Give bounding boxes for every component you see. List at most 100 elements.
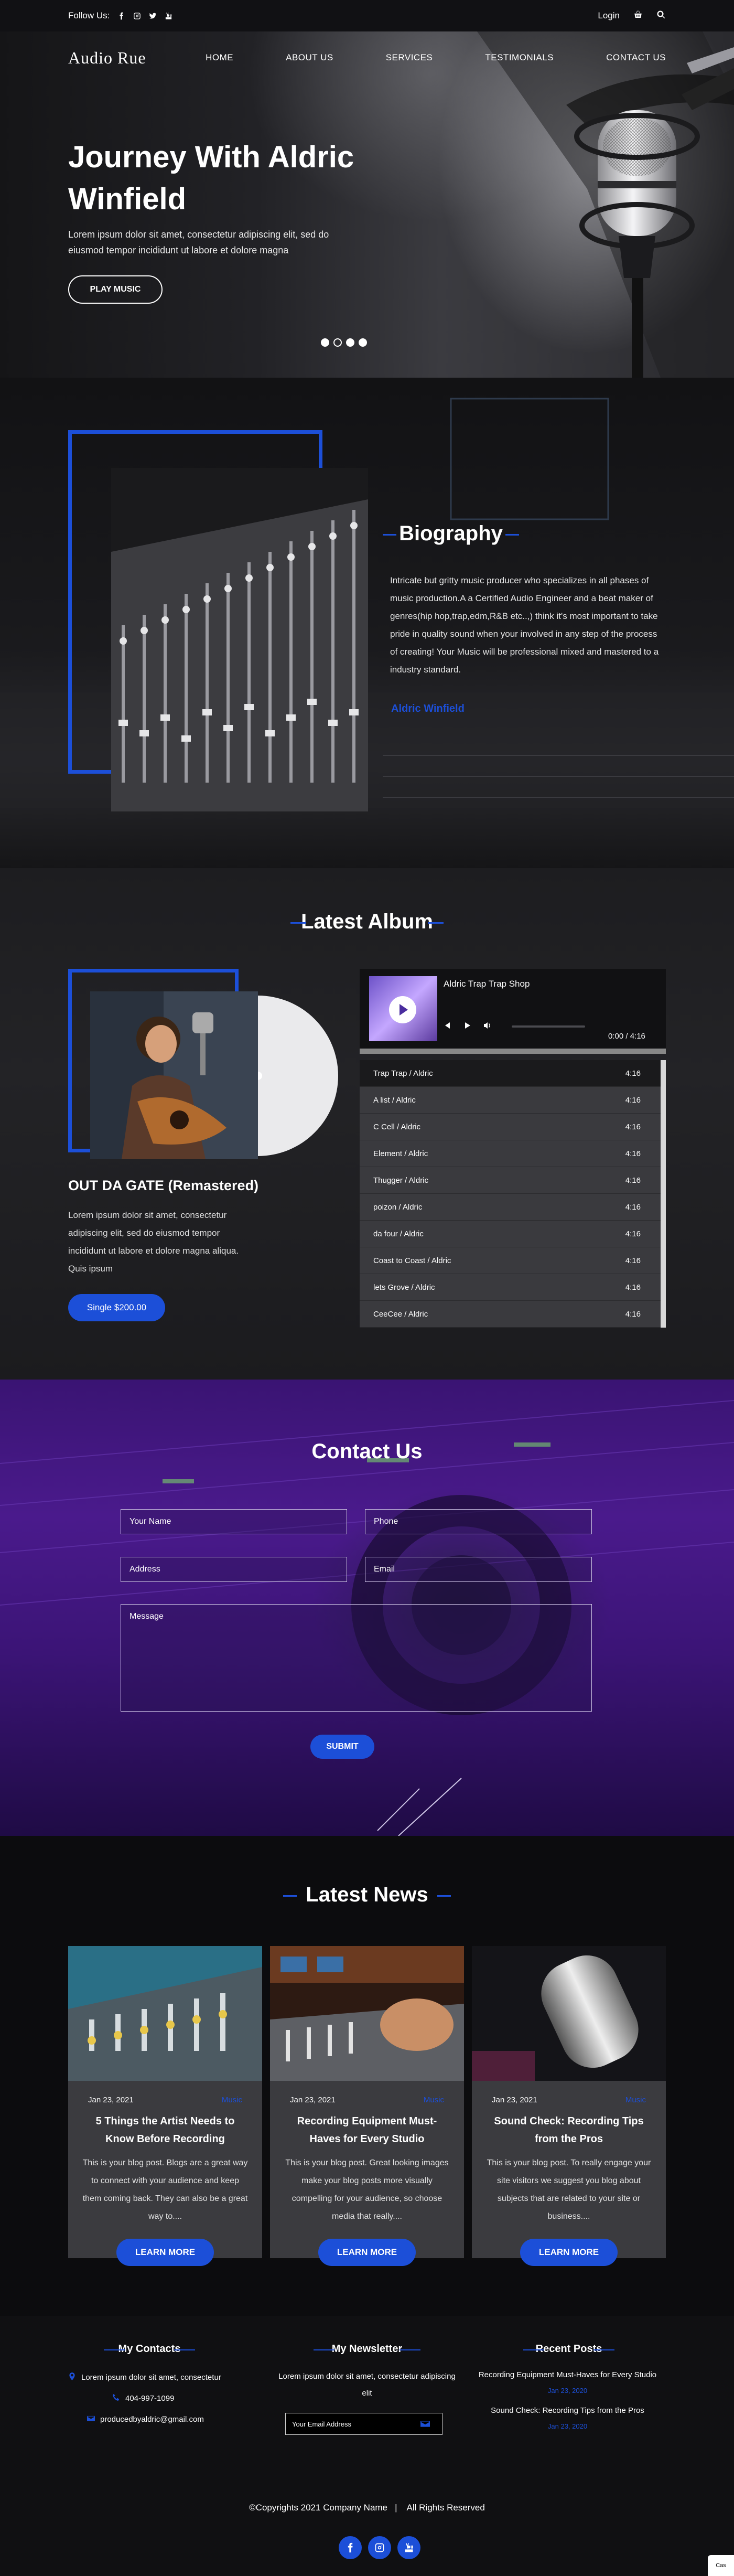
playlist-track[interactable]: lets Grove / Aldric 4:16 <box>360 1274 666 1301</box>
play-button-icon[interactable] <box>463 1021 472 1032</box>
title-accent <box>174 2349 195 2350</box>
instagram-icon[interactable] <box>133 12 141 20</box>
nav-menu: HOME ABOUT US SERVICES TESTIMONIALS CONT… <box>206 52 666 63</box>
latest-album-section: Latest Album OUT DA GATE (Remastered) Lo… <box>0 868 734 1380</box>
cart-icon[interactable] <box>633 10 643 22</box>
player-artwork <box>369 976 437 1041</box>
site-logo[interactable]: Audio Rue <box>68 48 146 68</box>
news-card-image[interactable] <box>270 1946 464 2081</box>
previous-icon[interactable] <box>444 1021 452 1032</box>
track-duration: 4:16 <box>625 1282 641 1292</box>
my-contacts-title: My Contacts <box>104 2343 195 2355</box>
facebook-icon[interactable] <box>117 12 125 20</box>
envelope-icon <box>87 2414 95 2424</box>
youtube-icon[interactable] <box>164 12 172 20</box>
news-card-category[interactable]: Music <box>222 2096 242 2104</box>
youtube-icon[interactable] <box>397 2536 420 2559</box>
chat-badge[interactable]: Cas <box>708 2555 734 2576</box>
search-icon[interactable] <box>656 10 666 22</box>
learn-more-button[interactable]: LEARN MORE <box>520 2239 618 2266</box>
nav-item-home[interactable]: HOME <box>206 52 233 63</box>
recent-posts-title-text: Recent Posts <box>535 2343 602 2355</box>
audio-player: Aldric Trap Trap Shop 0:00 / 4:16 <box>360 969 666 1054</box>
playlist-track[interactable]: poizon / Aldric 4:16 <box>360 1194 666 1221</box>
nav-item-about-us[interactable]: ABOUT US <box>286 52 333 63</box>
news-section-title: Latest News <box>283 1883 451 1907</box>
track-name: Trap Trap / Aldric <box>373 1068 433 1078</box>
nav-item-contact-us[interactable]: CONTACT US <box>606 52 666 63</box>
player-track-title: Aldric Trap Trap Shop <box>444 979 530 989</box>
play-icon[interactable] <box>389 996 416 1023</box>
recent-post-title[interactable]: Sound Check: Recording Tips from the Pro… <box>491 2406 644 2415</box>
playlist-track[interactable]: Trap Trap / Aldric 4:16 <box>360 1060 666 1087</box>
playlist-track[interactable]: A list / Aldric 4:16 <box>360 1087 666 1114</box>
slider-dot[interactable] <box>359 338 367 347</box>
latest-news-section: Latest News Jan 23, 2021 Music 5 Things … <box>0 1836 734 2316</box>
email-field[interactable] <box>365 1557 592 1582</box>
news-card-title[interactable]: Sound Check: Recording Tips from the Pro… <box>487 2112 651 2148</box>
recent-post-date: Jan 23, 2020 <box>547 2387 588 2395</box>
playlist-track[interactable]: Coast to Coast / Aldric 4:16 <box>360 1247 666 1274</box>
news-card-image[interactable] <box>68 1946 262 2081</box>
address-field[interactable] <box>121 1557 347 1582</box>
instagram-icon[interactable] <box>368 2536 391 2559</box>
footer-phone[interactable]: 404-997-1099 <box>112 2393 174 2403</box>
main-nav: Audio Rue HOME ABOUT US SERVICES TESTIMO… <box>68 31 666 84</box>
playlist-track[interactable]: C Cell / Aldric 4:16 <box>360 1114 666 1140</box>
playlist-scrollbar[interactable] <box>661 1060 666 1328</box>
recent-post[interactable]: Sound Check: Recording Tips from the Pro… <box>469 2406 666 2430</box>
news-card-meta: Jan 23, 2021 Music <box>88 2096 242 2104</box>
playlist-track[interactable]: Element / Aldric 4:16 <box>360 1140 666 1167</box>
footer-email[interactable]: producedbyaldric@gmail.com <box>87 2414 204 2424</box>
playlist-track[interactable]: Thugger / Aldric 4:16 <box>360 1167 666 1194</box>
buy-single-button[interactable]: Single $200.00 <box>68 1294 165 1321</box>
footer-phone-text[interactable]: 404-997-1099 <box>125 2394 174 2403</box>
hero-text: Lorem ipsum dolor sit amet, consectetur … <box>68 229 329 255</box>
slider-dot[interactable] <box>346 338 354 347</box>
title-accent <box>437 1895 451 1897</box>
slider-dots <box>321 338 367 347</box>
playlist-track[interactable]: CeeCee / Aldric 4:16 <box>360 1301 666 1328</box>
track-name: Element / Aldric <box>373 1149 428 1158</box>
submit-button[interactable]: SUBMIT <box>310 1735 374 1759</box>
track-name: poizon / Aldric <box>373 1202 423 1212</box>
title-accent <box>290 922 306 924</box>
play-music-button[interactable]: PLAY MUSIC <box>68 275 163 304</box>
newsletter-email-input[interactable] <box>285 2413 442 2435</box>
recent-post-title[interactable]: Recording Equipment Must-Haves for Every… <box>479 2370 656 2379</box>
news-card-category[interactable]: Music <box>625 2096 646 2104</box>
news-card-excerpt: This is your blog post. To really engage… <box>487 2158 651 2221</box>
track-duration: 4:16 <box>625 1175 641 1185</box>
message-field[interactable] <box>121 1604 592 1712</box>
phone-field[interactable] <box>365 1509 592 1534</box>
name-field[interactable] <box>121 1509 347 1534</box>
nav-item-testimonials[interactable]: TESTIMONIALS <box>485 52 554 63</box>
facebook-icon[interactable] <box>339 2536 362 2559</box>
copyright-text: ©Copyrights 2021 Company Name | All Righ… <box>249 2503 485 2513</box>
login-link[interactable]: Login <box>598 10 620 21</box>
slider-dot[interactable] <box>333 338 342 347</box>
volume-icon[interactable] <box>483 1021 492 1032</box>
learn-more-button[interactable]: LEARN MORE <box>318 2239 416 2266</box>
news-card-category[interactable]: Music <box>424 2096 444 2104</box>
slider-dot[interactable] <box>321 338 329 347</box>
news-card-title[interactable]: Recording Equipment Must-Haves for Every… <box>285 2112 449 2148</box>
news-card-title[interactable]: 5 Things the Artist Needs to Know Before… <box>83 2112 247 2148</box>
recent-post[interactable]: Recording Equipment Must-Haves for Every… <box>469 2370 666 2395</box>
news-card-date: Jan 23, 2021 <box>492 2096 537 2104</box>
newsletter-text: Lorem ipsum dolor sit amet, consectetur … <box>278 2372 456 2398</box>
nav-item-services[interactable]: SERVICES <box>386 52 433 63</box>
recent-posts-title: Recent Posts <box>523 2343 614 2355</box>
track-name: Thugger / Aldric <box>373 1175 429 1185</box>
volume-slider[interactable] <box>512 1025 585 1028</box>
album-section-title: Latest Album <box>290 910 444 934</box>
twitter-icon[interactable] <box>148 12 157 20</box>
learn-more-button[interactable]: LEARN MORE <box>116 2239 214 2266</box>
playlist-track[interactable]: da four / Aldric 4:16 <box>360 1221 666 1247</box>
hero-title: Journey With Aldric Winfield <box>68 140 354 216</box>
newsletter-submit-envelope-icon[interactable] <box>419 2418 431 2430</box>
player-progress-bar[interactable] <box>360 1049 666 1054</box>
news-card-image[interactable] <box>472 1946 666 2081</box>
footer-email-text[interactable]: producedbyaldric@gmail.com <box>100 2415 204 2424</box>
contact-title: Contact Us <box>311 1440 423 1463</box>
